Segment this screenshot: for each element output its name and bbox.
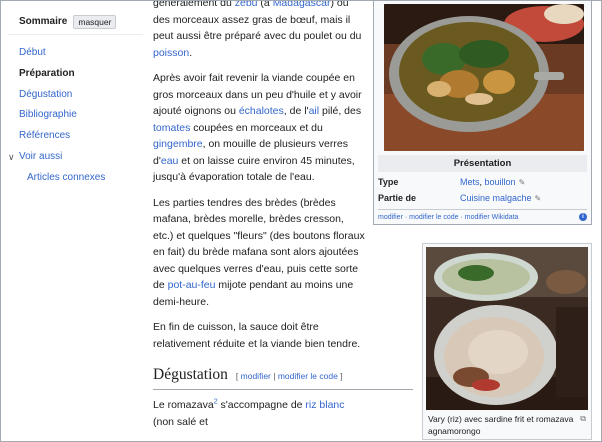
toc-item-voir-aussi[interactable]: ∨ Voir aussi xyxy=(8,150,143,171)
toc-item-preparation[interactable]: Préparation xyxy=(8,67,143,88)
toc-item-debut[interactable]: Début xyxy=(8,46,143,67)
toc-link[interactable]: Articles connexes xyxy=(27,172,105,183)
row-key: Partie de xyxy=(378,193,417,203)
row-value: Cuisine malgache ✎ xyxy=(460,193,541,203)
toc-item-bibliographie[interactable]: Bibliographie xyxy=(8,108,143,129)
infobox-edit-links[interactable]: modifier · modifier le code · modifier W… xyxy=(378,214,518,221)
heading-text: Dégustation xyxy=(153,366,228,383)
toc-title: Sommaire xyxy=(19,16,68,27)
link-pot-au-feu[interactable]: pot-au-feu xyxy=(168,279,216,291)
link-riz-blanc[interactable]: riz blanc xyxy=(305,399,344,411)
paragraph: Le romazava2 s'accompagne de riz blanc (… xyxy=(153,398,345,428)
link-gingembre[interactable]: gingembre xyxy=(153,138,203,150)
link-madagascar[interactable]: Madagascar xyxy=(273,1,331,9)
edit-link[interactable]: modifier xyxy=(241,371,271,381)
romazava-image xyxy=(384,4,584,151)
article-frame: Sommaire masquer Début Préparation Dégus… xyxy=(0,0,602,442)
link-bouillon[interactable]: bouillon xyxy=(485,177,516,187)
paragraph: généralement du zébu (à Madagascar) ou d… xyxy=(153,1,365,61)
link-ail[interactable]: ail xyxy=(309,105,320,117)
toc-item-articles-connexes[interactable]: Articles connexes xyxy=(8,171,143,192)
link-cuisine-malgache[interactable]: Cuisine malgache xyxy=(460,193,532,203)
infobox-row-partie-de: Partie de Cuisine malgache ✎ xyxy=(374,190,591,206)
section-edit-links: [ modifier | modifier le code ] xyxy=(235,371,343,381)
table-of-contents: Sommaire masquer Début Préparation Dégus… xyxy=(8,13,143,192)
info-icon[interactable]: i xyxy=(579,213,587,221)
pencil-icon[interactable]: ✎ xyxy=(519,178,526,187)
toc-item-degustation[interactable]: Dégustation xyxy=(8,88,143,109)
infobox-row-type: Type Mets, bouillon ✎ xyxy=(374,174,591,190)
paragraph: Après avoir fait revenir la viande coupé… xyxy=(153,72,362,183)
link-echalotes[interactable]: échalotes xyxy=(239,105,284,117)
toc-link[interactable]: Bibliographie xyxy=(19,109,77,120)
toc-item-references[interactable]: Références xyxy=(8,129,143,150)
thumbnail-figure: Vary (riz) avec sardine frit et romazava… xyxy=(422,243,592,440)
rice-photo[interactable] xyxy=(426,247,588,410)
toc-link[interactable]: Dégustation xyxy=(19,89,72,100)
pencil-icon[interactable]: ✎ xyxy=(535,194,542,203)
link-zebu[interactable]: zébu xyxy=(235,1,258,9)
toc-link[interactable]: Références xyxy=(19,130,70,141)
row-value: Mets, bouillon ✎ xyxy=(460,177,526,187)
vary-image xyxy=(426,247,588,410)
link-mets[interactable]: Mets xyxy=(460,177,480,187)
edit-source-link[interactable]: modifier le code xyxy=(278,371,338,381)
dish-photo[interactable] xyxy=(384,4,584,151)
link-poisson[interactable]: poisson xyxy=(153,47,189,59)
infobox-footer: modifier · modifier le code · modifier W… xyxy=(378,209,587,224)
infobox-header: Présentation xyxy=(378,155,587,172)
paragraph: En fin de cuisson, la sauce doit être re… xyxy=(153,321,361,350)
article-body: généralement du zébu (à Madagascar) ou d… xyxy=(153,1,413,439)
toc-list: Début Préparation Dégustation Bibliograp… xyxy=(8,46,143,192)
row-key: Type xyxy=(378,177,399,187)
link-eau[interactable]: eau xyxy=(161,155,179,167)
toc-hide-button[interactable]: masquer xyxy=(73,14,117,29)
link-tomates[interactable]: tomates xyxy=(153,122,190,134)
paragraph: Les parties tendres des brèdes (brèdes m… xyxy=(153,196,365,308)
toc-link[interactable]: Voir aussi xyxy=(19,151,62,162)
toc-link[interactable]: Début xyxy=(19,47,46,58)
toc-header: Sommaire masquer xyxy=(8,13,143,35)
enlarge-icon[interactable]: ⧉ xyxy=(580,413,586,425)
section-heading-degustation: Dégustation [ modifier | modifier le cod… xyxy=(153,364,413,390)
toc-link-active[interactable]: Préparation xyxy=(19,68,75,79)
thumbnail-caption: Vary (riz) avec sardine frit et romazava… xyxy=(428,413,586,436)
chevron-down-icon[interactable]: ∨ xyxy=(8,150,15,164)
infobox: Présentation Type Mets, bouillon ✎ Partie… xyxy=(373,1,592,225)
